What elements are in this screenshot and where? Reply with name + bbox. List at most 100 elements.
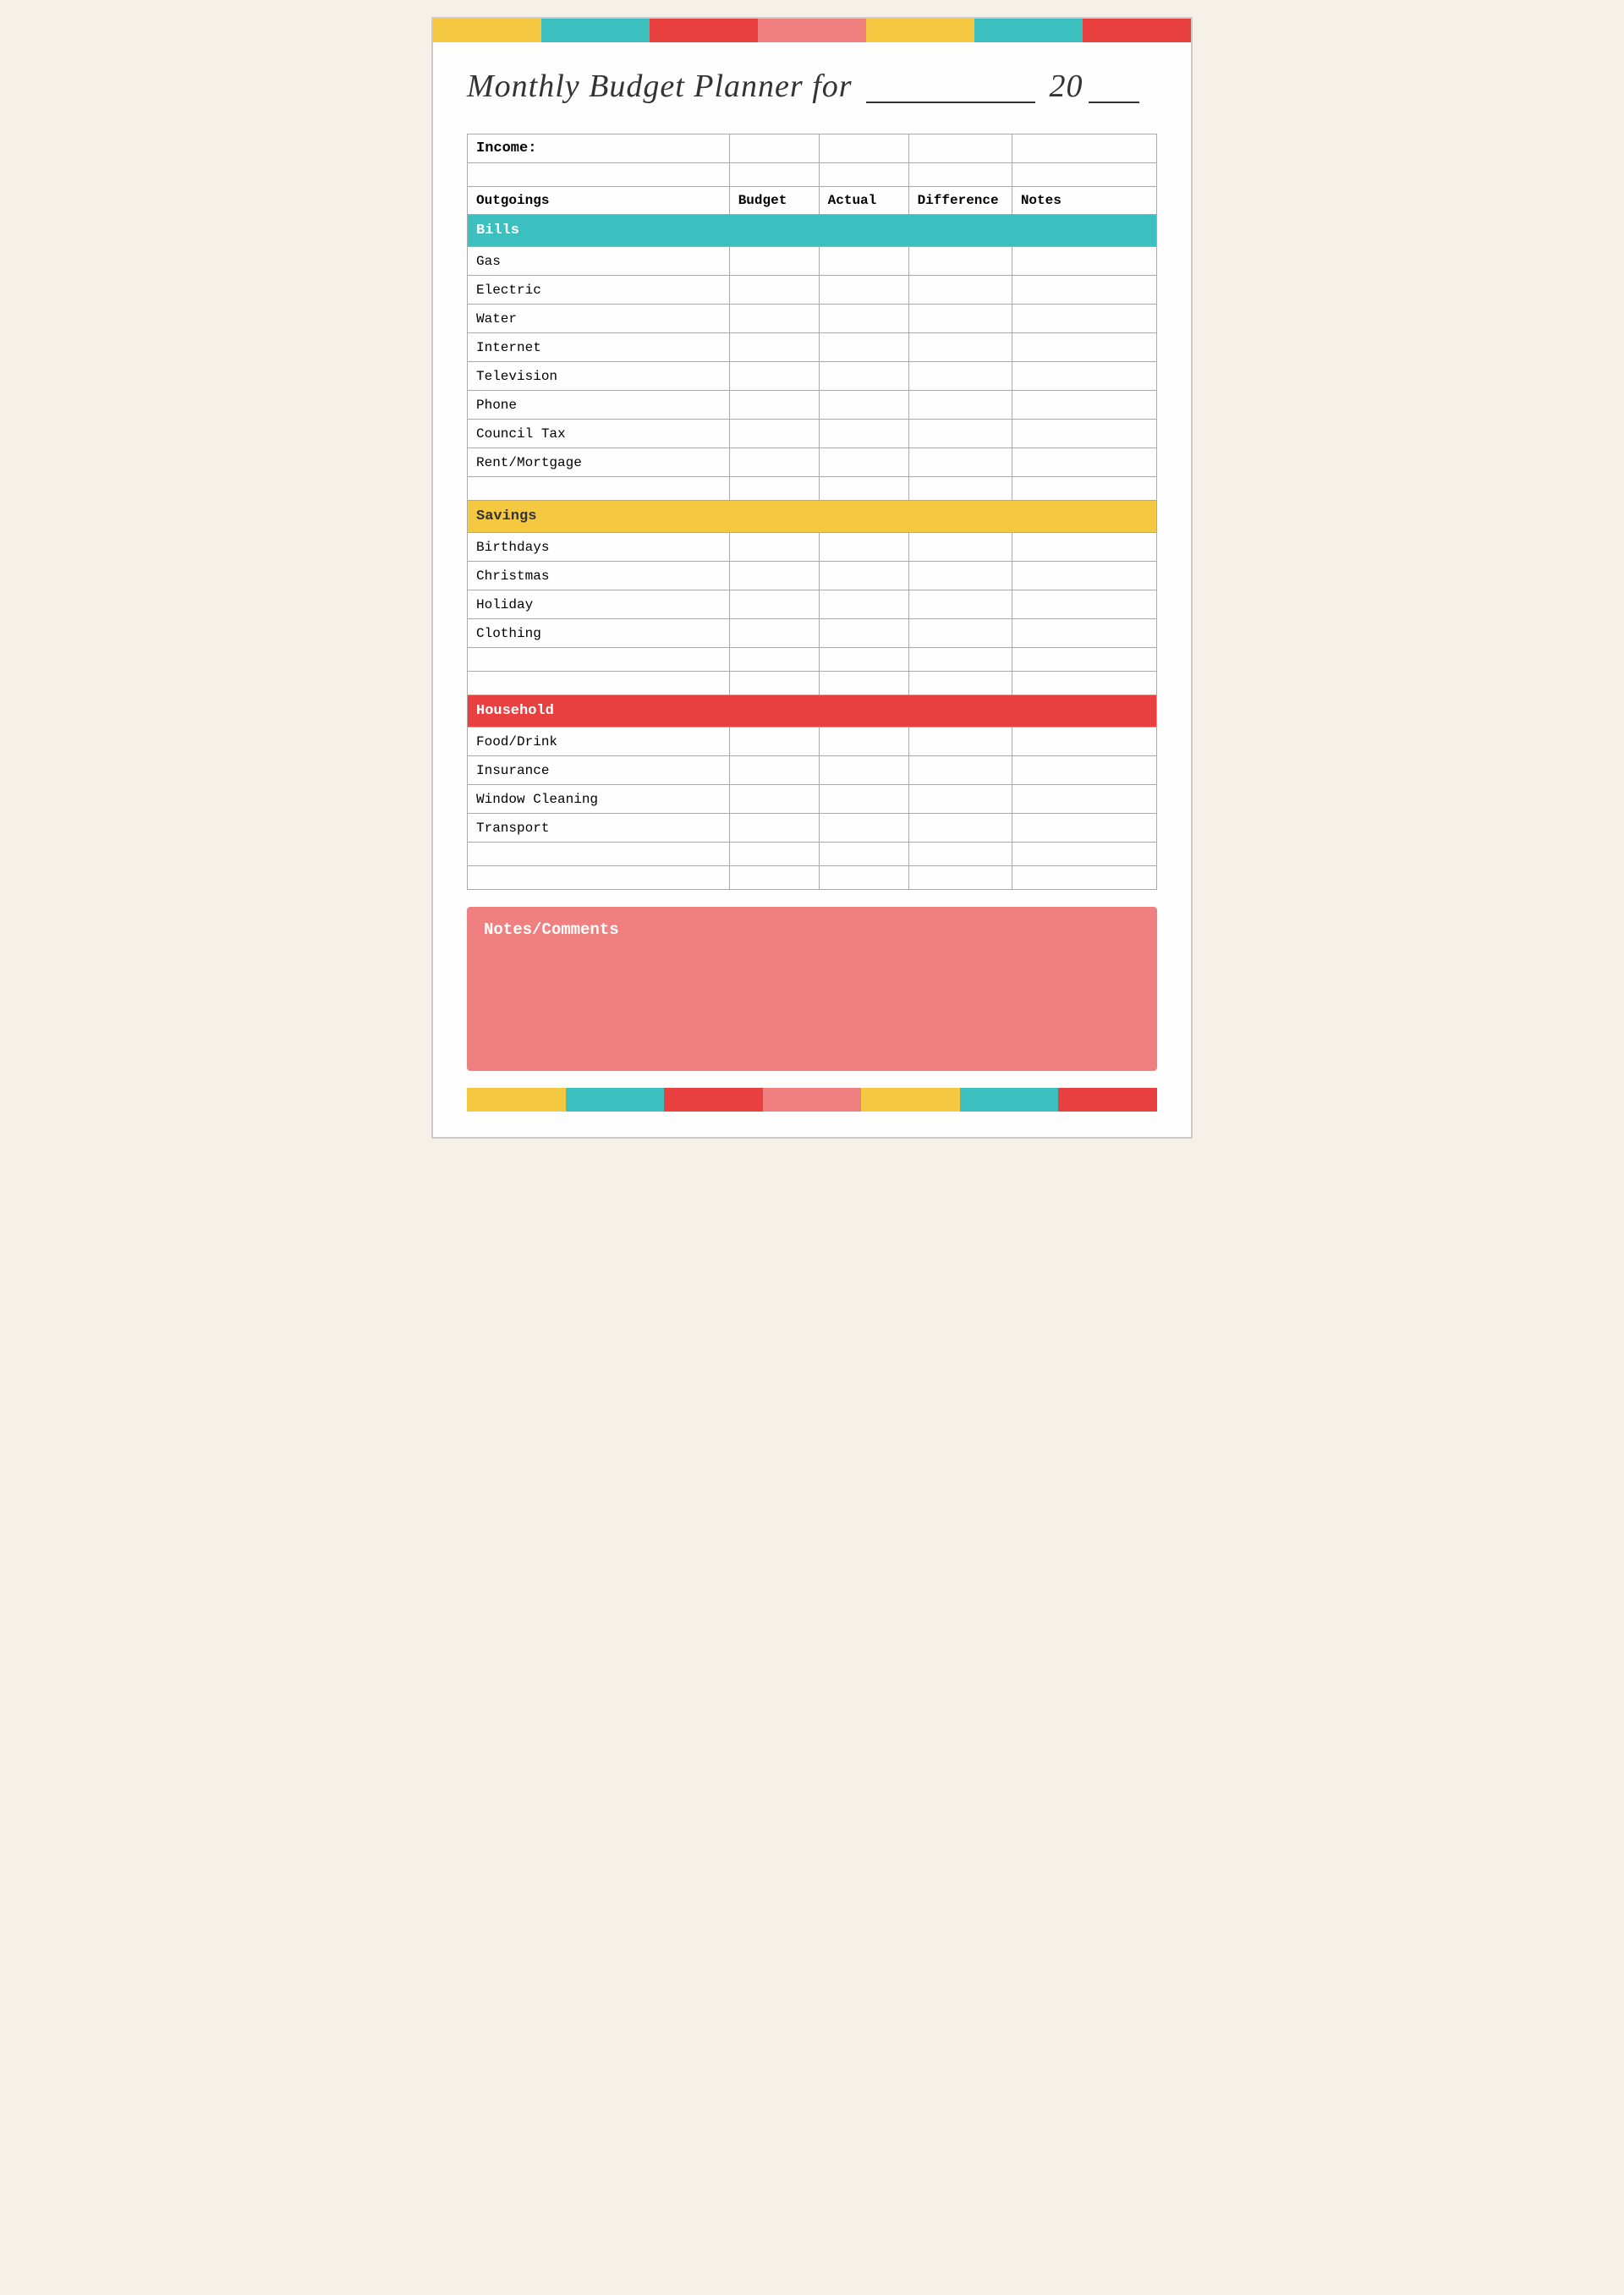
row-actual-rent[interactable] <box>819 448 908 477</box>
spacer-row-3 <box>468 648 1157 672</box>
row-notes-christmas[interactable] <box>1012 562 1156 590</box>
notes-body[interactable] <box>484 947 1140 1057</box>
row-diff-insurance <box>908 756 1012 785</box>
row-label-transport: Transport <box>468 814 730 843</box>
row-notes-holiday[interactable] <box>1012 590 1156 619</box>
title-text: Monthly Budget Planner for <box>467 69 853 104</box>
row-diff-rent <box>908 448 1012 477</box>
income-notes <box>1012 135 1156 163</box>
row-budget-electric[interactable] <box>729 276 819 305</box>
row-actual-holiday[interactable] <box>819 590 908 619</box>
row-budget-transport[interactable] <box>729 814 819 843</box>
row-actual-christmas[interactable] <box>819 562 908 590</box>
row-diff-council-tax <box>908 420 1012 448</box>
table-row: Gas <box>468 247 1157 276</box>
row-budget-rent[interactable] <box>729 448 819 477</box>
spacer-row-6 <box>468 866 1157 890</box>
row-actual-food[interactable] <box>819 727 908 756</box>
row-budget-christmas[interactable] <box>729 562 819 590</box>
row-diff-water <box>908 305 1012 333</box>
bar-seg-5 <box>866 19 974 42</box>
col-header-notes: Notes <box>1012 187 1156 215</box>
household-label: Household <box>468 695 1157 727</box>
row-actual-birthdays[interactable] <box>819 533 908 562</box>
spacer-row-5 <box>468 843 1157 866</box>
budget-table: Income: Outgoings Budget Actual Differen… <box>467 134 1157 890</box>
row-notes-water[interactable] <box>1012 305 1156 333</box>
income-label: Income: <box>468 135 730 163</box>
row-actual-internet[interactable] <box>819 333 908 362</box>
row-actual-council-tax[interactable] <box>819 420 908 448</box>
row-actual-phone[interactable] <box>819 391 908 420</box>
row-budget-insurance[interactable] <box>729 756 819 785</box>
bar-seg-6 <box>974 19 1083 42</box>
row-actual-water[interactable] <box>819 305 908 333</box>
table-row: Internet <box>468 333 1157 362</box>
col-header-outgoings: Outgoings <box>468 187 730 215</box>
row-notes-food[interactable] <box>1012 727 1156 756</box>
row-notes-birthdays[interactable] <box>1012 533 1156 562</box>
row-notes-phone[interactable] <box>1012 391 1156 420</box>
row-label-phone: Phone <box>468 391 730 420</box>
row-budget-window[interactable] <box>729 785 819 814</box>
bar-seg-1 <box>433 19 541 42</box>
row-notes-internet[interactable] <box>1012 333 1156 362</box>
row-diff-phone <box>908 391 1012 420</box>
row-budget-internet[interactable] <box>729 333 819 362</box>
row-actual-transport[interactable] <box>819 814 908 843</box>
row-notes-television[interactable] <box>1012 362 1156 391</box>
row-notes-insurance[interactable] <box>1012 756 1156 785</box>
bills-label: Bills <box>468 215 1157 247</box>
row-diff-internet <box>908 333 1012 362</box>
income-row: Income: <box>468 135 1157 163</box>
table-row: Clothing <box>468 619 1157 648</box>
income-diff <box>908 135 1012 163</box>
row-budget-council-tax[interactable] <box>729 420 819 448</box>
row-actual-gas[interactable] <box>819 247 908 276</box>
notes-title: Notes/Comments <box>484 920 1140 939</box>
bar-seg-2 <box>541 19 650 42</box>
row-budget-television[interactable] <box>729 362 819 391</box>
row-notes-window[interactable] <box>1012 785 1156 814</box>
table-row: Insurance <box>468 756 1157 785</box>
row-notes-transport[interactable] <box>1012 814 1156 843</box>
row-diff-television <box>908 362 1012 391</box>
title-name-line <box>866 64 1035 103</box>
row-actual-window[interactable] <box>819 785 908 814</box>
row-budget-gas[interactable] <box>729 247 819 276</box>
row-label-water: Water <box>468 305 730 333</box>
row-budget-phone[interactable] <box>729 391 819 420</box>
table-row: Holiday <box>468 590 1157 619</box>
row-label-clothing: Clothing <box>468 619 730 648</box>
title-year-prefix: 20 <box>1050 69 1084 104</box>
row-label-christmas: Christmas <box>468 562 730 590</box>
table-row: Food/Drink <box>468 727 1157 756</box>
table-row: Water <box>468 305 1157 333</box>
row-notes-clothing[interactable] <box>1012 619 1156 648</box>
row-budget-water[interactable] <box>729 305 819 333</box>
row-budget-holiday[interactable] <box>729 590 819 619</box>
row-diff-gas <box>908 247 1012 276</box>
row-budget-birthdays[interactable] <box>729 533 819 562</box>
income-actual <box>819 135 908 163</box>
bar-seg-7 <box>1083 19 1191 42</box>
row-notes-electric[interactable] <box>1012 276 1156 305</box>
row-budget-food[interactable] <box>729 727 819 756</box>
row-label-holiday: Holiday <box>468 590 730 619</box>
table-row: Window Cleaning <box>468 785 1157 814</box>
row-actual-television[interactable] <box>819 362 908 391</box>
row-notes-rent[interactable] <box>1012 448 1156 477</box>
table-row: Christmas <box>468 562 1157 590</box>
row-actual-insurance[interactable] <box>819 756 908 785</box>
row-notes-gas[interactable] <box>1012 247 1156 276</box>
bills-section-header: Bills <box>468 215 1157 247</box>
row-notes-council-tax[interactable] <box>1012 420 1156 448</box>
bottom-bar-seg-2 <box>566 1088 665 1112</box>
row-actual-electric[interactable] <box>819 276 908 305</box>
row-label-insurance: Insurance <box>468 756 730 785</box>
row-budget-clothing[interactable] <box>729 619 819 648</box>
row-actual-clothing[interactable] <box>819 619 908 648</box>
main-content: Monthly Budget Planner for 20 Income: Ou… <box>433 42 1191 1137</box>
notes-comments-section: Notes/Comments <box>467 907 1157 1071</box>
row-diff-window <box>908 785 1012 814</box>
